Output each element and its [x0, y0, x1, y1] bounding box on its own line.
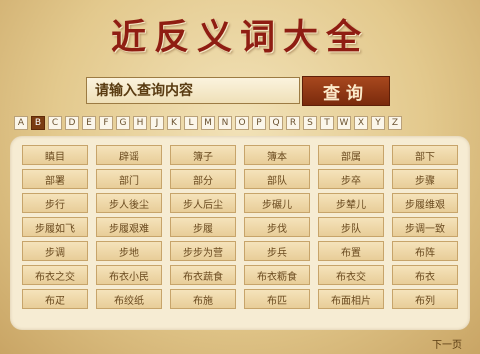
- word-item[interactable]: 步辇儿: [318, 193, 384, 213]
- word-item[interactable]: 部署: [22, 169, 88, 189]
- letter-x[interactable]: X: [354, 116, 368, 130]
- word-item[interactable]: 布衣之交: [22, 265, 88, 285]
- search-input[interactable]: [86, 77, 300, 104]
- word-item[interactable]: 布衣小民: [96, 265, 162, 285]
- word-item[interactable]: 部分: [170, 169, 236, 189]
- letter-b[interactable]: B: [31, 116, 45, 130]
- word-item[interactable]: 布施: [170, 289, 236, 309]
- letter-t[interactable]: T: [320, 116, 334, 130]
- word-item[interactable]: 部下: [392, 145, 458, 165]
- word-item[interactable]: 部属: [318, 145, 384, 165]
- word-item[interactable]: 布衣粝食: [244, 265, 310, 285]
- letter-z[interactable]: Z: [388, 116, 402, 130]
- word-item[interactable]: 步履艰难: [96, 217, 162, 237]
- letter-o[interactable]: O: [235, 116, 249, 130]
- word-item[interactable]: 布面相片: [318, 289, 384, 309]
- word-item[interactable]: 步调一致: [392, 217, 458, 237]
- letter-p[interactable]: P: [252, 116, 266, 130]
- letter-n[interactable]: N: [218, 116, 232, 130]
- word-item[interactable]: 步卒: [318, 169, 384, 189]
- letter-y[interactable]: Y: [371, 116, 385, 130]
- word-item[interactable]: 步碾儿: [244, 193, 310, 213]
- word-item[interactable]: 部队: [244, 169, 310, 189]
- letter-l[interactable]: L: [184, 116, 198, 130]
- word-item[interactable]: 步履如飞: [22, 217, 88, 237]
- letter-d[interactable]: D: [65, 116, 79, 130]
- next-page-link[interactable]: 下一页: [432, 336, 462, 351]
- word-grid: 瞋目 辟谣 簿子 簿本 部属 部下部署 部门 部分 部队 步卒 步骤步行 步人後尘 步人后尘 步碾儿 步辇儿…: [22, 145, 459, 309]
- letter-k[interactable]: K: [167, 116, 181, 130]
- word-item[interactable]: 步调: [22, 241, 88, 261]
- page-title: 近反义词大全: [110, 17, 369, 58]
- word-item[interactable]: 布置: [318, 241, 384, 261]
- letter-r[interactable]: R: [286, 116, 300, 130]
- letter-q[interactable]: Q: [269, 116, 283, 130]
- letter-w[interactable]: W: [337, 116, 351, 130]
- word-item[interactable]: 布绞纸: [96, 289, 162, 309]
- word-item[interactable]: 步步为营: [170, 241, 236, 261]
- letter-a[interactable]: A: [14, 116, 28, 130]
- word-item[interactable]: 步骤: [392, 169, 458, 189]
- letter-h[interactable]: H: [133, 116, 147, 130]
- word-item[interactable]: 布衣: [392, 265, 458, 285]
- word-item[interactable]: 步人後尘: [96, 193, 162, 213]
- word-item[interactable]: 瞋目: [22, 145, 88, 165]
- word-item[interactable]: 布衣交: [318, 265, 384, 285]
- letter-m[interactable]: M: [201, 116, 215, 130]
- search-button[interactable]: 查询: [302, 76, 390, 106]
- word-item[interactable]: 布衣蔬食: [170, 265, 236, 285]
- word-item[interactable]: 布疋: [22, 289, 88, 309]
- letter-j[interactable]: J: [150, 116, 164, 130]
- word-item[interactable]: 步人后尘: [170, 193, 236, 213]
- word-item[interactable]: 簿子: [170, 145, 236, 165]
- letter-e[interactable]: E: [82, 116, 96, 130]
- word-item[interactable]: 步伐: [244, 217, 310, 237]
- word-item[interactable]: 步队: [318, 217, 384, 237]
- word-item[interactable]: 步兵: [244, 241, 310, 261]
- word-item[interactable]: 布匹: [244, 289, 310, 309]
- word-item[interactable]: 步履: [170, 217, 236, 237]
- word-item[interactable]: 簿本: [244, 145, 310, 165]
- word-item[interactable]: 部门: [96, 169, 162, 189]
- word-item[interactable]: 辟谣: [96, 145, 162, 165]
- word-item[interactable]: 布阵: [392, 241, 458, 261]
- letter-g[interactable]: G: [116, 116, 130, 130]
- letter-c[interactable]: C: [48, 116, 62, 130]
- letter-s[interactable]: S: [303, 116, 317, 130]
- word-item[interactable]: 步地: [96, 241, 162, 261]
- word-item[interactable]: 步行: [22, 193, 88, 213]
- letter-f[interactable]: F: [99, 116, 113, 130]
- word-item[interactable]: 布列: [392, 289, 458, 309]
- word-item[interactable]: 步履维艰: [392, 193, 458, 213]
- letter-index: ABCDEFGHJKLMNOPQRSTWXYZ: [14, 116, 402, 130]
